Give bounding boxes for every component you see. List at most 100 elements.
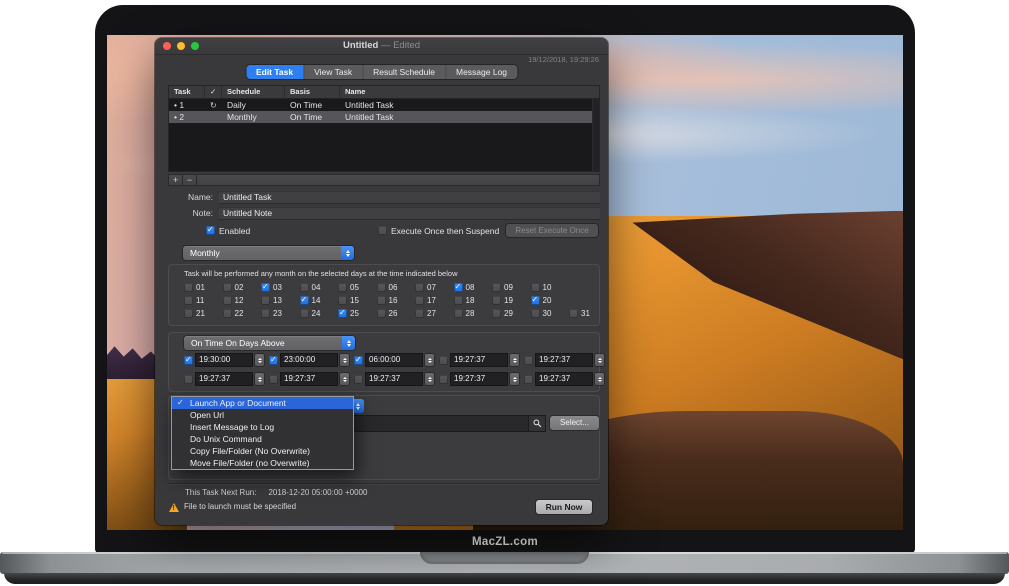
checkbox-icon[interactable] xyxy=(223,283,232,292)
checkbox-icon[interactable] xyxy=(454,309,463,318)
note-field[interactable]: Untitled Note xyxy=(219,207,600,220)
day-checkbox-11[interactable]: 11 xyxy=(184,295,223,305)
day-checkbox-06[interactable]: 06 xyxy=(377,282,416,292)
day-checkbox-27[interactable]: 27 xyxy=(415,308,454,318)
day-checkbox-25[interactable]: 25 xyxy=(338,308,377,318)
day-checkbox-05[interactable]: 05 xyxy=(338,282,377,292)
execute-once-checkbox[interactable]: Execute Once then Suspend xyxy=(378,224,499,237)
checkbox-icon[interactable] xyxy=(223,309,232,318)
time-field[interactable]: 19:27:37 xyxy=(196,373,252,385)
day-checkbox-26[interactable]: 26 xyxy=(377,308,416,318)
time-checkbox[interactable] xyxy=(524,375,533,384)
checkbox-icon[interactable] xyxy=(492,283,501,292)
day-checkbox-16[interactable]: 16 xyxy=(377,295,416,305)
time-stepper[interactable] xyxy=(510,354,519,366)
checkbox-icon[interactable] xyxy=(377,296,386,305)
day-checkbox-12[interactable]: 12 xyxy=(223,295,262,305)
time-field[interactable]: 19:27:37 xyxy=(451,373,507,385)
checkbox-icon[interactable] xyxy=(378,226,387,235)
day-checkbox-13[interactable]: 13 xyxy=(261,295,300,305)
time-stepper[interactable] xyxy=(425,373,434,385)
time-checkbox[interactable] xyxy=(269,356,278,365)
checkbox-icon[interactable] xyxy=(338,296,347,305)
day-checkbox-09[interactable]: 09 xyxy=(492,282,531,292)
column-header-basis[interactable]: Basis xyxy=(285,86,340,98)
time-stepper[interactable] xyxy=(510,373,519,385)
checkbox-icon[interactable] xyxy=(184,283,193,292)
checkbox-icon[interactable] xyxy=(338,283,347,292)
time-checkbox[interactable] xyxy=(184,356,193,365)
time-checkbox[interactable] xyxy=(354,356,363,365)
table-scrollbar[interactable] xyxy=(592,98,599,171)
checkbox-icon[interactable] xyxy=(531,283,540,292)
time-stepper[interactable] xyxy=(340,373,349,385)
time-checkbox[interactable] xyxy=(269,375,278,384)
checkbox-icon[interactable] xyxy=(223,296,232,305)
time-checkbox[interactable] xyxy=(184,375,193,384)
day-checkbox-08[interactable]: 08 xyxy=(454,282,493,292)
checkbox-icon[interactable] xyxy=(377,283,386,292)
checkbox-icon[interactable] xyxy=(300,296,309,305)
checkbox-icon[interactable] xyxy=(261,283,270,292)
column-header-task[interactable]: Task xyxy=(169,86,205,98)
day-checkbox-01[interactable]: 01 xyxy=(184,282,223,292)
time-checkbox[interactable] xyxy=(354,375,363,384)
day-checkbox-22[interactable]: 22 xyxy=(223,308,262,318)
day-checkbox-23[interactable]: 23 xyxy=(261,308,300,318)
checkbox-icon[interactable] xyxy=(184,296,193,305)
day-checkbox-07[interactable]: 07 xyxy=(415,282,454,292)
checkbox-icon[interactable] xyxy=(531,296,540,305)
time-field[interactable]: 19:27:37 xyxy=(536,354,592,366)
zoom-button[interactable] xyxy=(191,42,199,50)
reset-execute-once-button[interactable]: Reset Execute Once xyxy=(506,224,598,237)
checkbox-icon[interactable] xyxy=(492,309,501,318)
time-stepper[interactable] xyxy=(255,354,264,366)
column-header-name[interactable]: Name xyxy=(340,86,599,98)
day-checkbox-21[interactable]: 21 xyxy=(184,308,223,318)
day-checkbox-20[interactable]: 20 xyxy=(531,295,570,305)
checkbox-icon[interactable] xyxy=(454,296,463,305)
checkbox-icon[interactable] xyxy=(454,283,463,292)
day-checkbox-15[interactable]: 15 xyxy=(338,295,377,305)
time-mode-popup[interactable]: On Time On Days Above xyxy=(184,336,355,350)
day-checkbox-30[interactable]: 30 xyxy=(531,308,570,318)
day-checkbox-14[interactable]: 14 xyxy=(300,295,339,305)
time-field[interactable]: 19:27:37 xyxy=(536,373,592,385)
time-checkbox[interactable] xyxy=(439,356,448,365)
checkbox-icon[interactable] xyxy=(492,296,501,305)
day-checkbox-29[interactable]: 29 xyxy=(492,308,531,318)
time-stepper[interactable] xyxy=(425,354,434,366)
remove-task-button[interactable]: − xyxy=(183,175,197,185)
checkbox-icon[interactable] xyxy=(261,309,270,318)
menu-item-open-url[interactable]: Open Url xyxy=(172,409,353,421)
menu-item-move-file-folder-no-overwrite[interactable]: Move File/Folder (no Overwrite) xyxy=(172,457,353,469)
day-checkbox-10[interactable]: 10 xyxy=(531,282,570,292)
menu-item-insert-message-to-log[interactable]: Insert Message to Log xyxy=(172,421,353,433)
add-task-button[interactable]: + xyxy=(169,175,183,185)
table-row[interactable]: • 1↻DailyOn TimeUntitled Task xyxy=(169,99,599,111)
minimize-button[interactable] xyxy=(177,42,185,50)
day-checkbox-31[interactable]: 31 xyxy=(569,308,608,318)
select-file-button[interactable]: Select... xyxy=(550,416,599,430)
checkbox-icon[interactable] xyxy=(415,296,424,305)
run-now-button[interactable]: Run Now xyxy=(536,500,592,514)
close-button[interactable] xyxy=(163,42,171,50)
time-stepper[interactable] xyxy=(595,373,604,385)
checkbox-icon[interactable] xyxy=(377,309,386,318)
day-checkbox-17[interactable]: 17 xyxy=(415,295,454,305)
name-field[interactable]: Untitled Task xyxy=(219,191,600,204)
tab-view-task[interactable]: View Task xyxy=(304,65,363,79)
time-field[interactable]: 06:00:00 xyxy=(366,354,422,366)
day-checkbox-03[interactable]: 03 xyxy=(261,282,300,292)
day-checkbox-02[interactable]: 02 xyxy=(223,282,262,292)
checkbox-icon[interactable] xyxy=(300,309,309,318)
checkbox-icon[interactable] xyxy=(206,226,215,235)
checkbox-icon[interactable] xyxy=(338,309,347,318)
time-field[interactable]: 19:30:00 xyxy=(196,354,252,366)
checkbox-icon[interactable] xyxy=(569,309,578,318)
time-stepper[interactable] xyxy=(255,373,264,385)
checkbox-icon[interactable] xyxy=(261,296,270,305)
frequency-popup[interactable]: Monthly xyxy=(183,246,354,260)
search-button[interactable] xyxy=(529,416,545,431)
tab-edit-task[interactable]: Edit Task xyxy=(246,65,304,79)
